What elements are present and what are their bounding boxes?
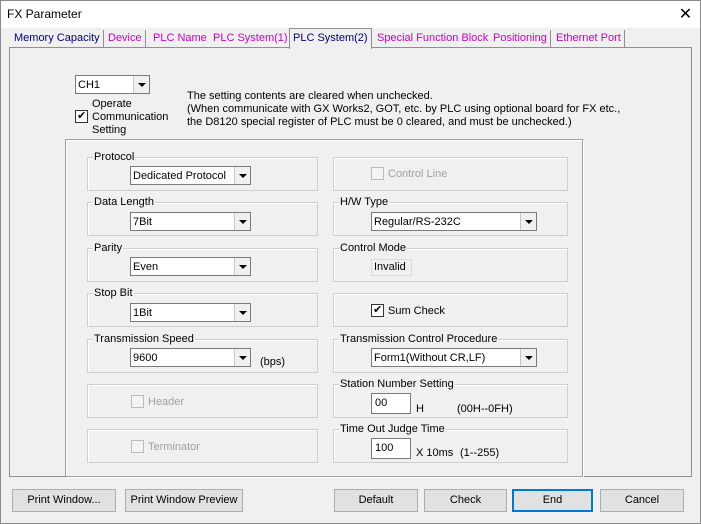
tab-device[interactable]: Device xyxy=(105,30,146,48)
station-number-group: Station Number Setting xyxy=(333,378,568,418)
check-icon: ✔ xyxy=(373,304,383,316)
print-window-button[interactable]: Print Window... xyxy=(12,489,116,512)
sum-check-group xyxy=(333,293,568,327)
protocol-select[interactable]: Dedicated Protocol xyxy=(130,166,251,185)
hw-type-label: H/W Type xyxy=(339,196,390,208)
transmission-control-value: Form1(Without CR,LF) xyxy=(374,352,486,364)
operate-label-line3: Setting xyxy=(92,124,127,136)
sum-check-label: Sum Check xyxy=(388,305,445,317)
station-number-unit: H xyxy=(416,403,424,415)
tab-plc-system-2[interactable]: PLC System(2) xyxy=(289,28,372,49)
hw-type-value: Regular/RS-232C xyxy=(374,216,461,228)
operate-label-line1: Operate xyxy=(92,98,132,110)
timeout-unit: X 10ms xyxy=(416,447,454,459)
transmission-speed-unit: (bps) xyxy=(260,356,286,368)
data-length-select[interactable]: 7Bit xyxy=(130,212,251,231)
tab-plc-name[interactable]: PLC Name xyxy=(150,30,211,48)
end-button[interactable]: End xyxy=(512,489,593,512)
timeout-input[interactable]: 100 xyxy=(371,438,411,459)
chevron-down-icon[interactable] xyxy=(234,258,250,275)
check-button[interactable]: Check xyxy=(424,489,507,512)
tab-memory-capacity[interactable]: Memory Capacity xyxy=(11,30,104,48)
notice-line1: The setting contents are cleared when un… xyxy=(187,90,433,102)
terminator-group xyxy=(87,429,318,463)
transmission-speed-label: Transmission Speed xyxy=(93,333,195,345)
timeout-label: Time Out Judge Time xyxy=(339,423,446,435)
terminator-checkbox[interactable] xyxy=(131,440,144,453)
fx-parameter-window: FX Parameter ✕ Memory Capacity Device PL… xyxy=(0,0,701,524)
station-number-range: (00H--0FH) xyxy=(457,403,513,415)
station-number-value: 00 xyxy=(375,397,388,409)
tab-ethernet-port[interactable]: Ethernet Port xyxy=(553,30,625,48)
chevron-down-icon[interactable] xyxy=(520,349,536,366)
control-mode-value: Invalid xyxy=(374,261,406,273)
timeout-range: (1--255) xyxy=(460,447,500,459)
station-number-input[interactable]: 00 xyxy=(371,393,411,414)
stop-bit-select[interactable]: 1Bit xyxy=(130,303,251,322)
operate-label-line2: Communication xyxy=(92,111,169,123)
check-icon: ✔ xyxy=(77,110,87,122)
transmission-control-label: Transmission Control Procedure xyxy=(339,333,499,345)
title-bar: FX Parameter ✕ xyxy=(1,1,700,28)
tab-plc-system-1[interactable]: PLC System(1) xyxy=(210,30,292,48)
hw-type-select[interactable]: Regular/RS-232C xyxy=(371,212,537,231)
channel-select[interactable]: CH1 xyxy=(75,75,150,94)
protocol-value: Dedicated Protocol xyxy=(133,170,226,182)
chevron-down-icon[interactable] xyxy=(133,76,149,93)
protocol-label: Protocol xyxy=(93,151,136,163)
control-mode-group: Control Mode xyxy=(333,242,568,282)
channel-value: CH1 xyxy=(78,79,101,91)
sum-check-checkbox[interactable]: ✔ xyxy=(371,304,384,317)
header-checkbox[interactable] xyxy=(131,395,144,408)
control-line-label: Control Line xyxy=(388,168,448,180)
data-length-label: Data Length xyxy=(93,196,155,208)
parity-select[interactable]: Even xyxy=(130,257,251,276)
chevron-down-icon[interactable] xyxy=(234,167,250,184)
notice-line2: (When communicate with GX Works2, GOT, e… xyxy=(187,103,621,115)
station-number-label: Station Number Setting xyxy=(339,378,455,390)
data-length-value: 7Bit xyxy=(133,216,152,228)
chevron-down-icon[interactable] xyxy=(234,304,250,321)
header-group xyxy=(87,384,318,418)
default-button[interactable]: Default xyxy=(334,489,418,512)
stop-bit-label: Stop Bit xyxy=(93,287,134,299)
control-line-group xyxy=(333,157,568,191)
tab-special-function-block[interactable]: Special Function Block xyxy=(374,30,493,48)
transmission-speed-value: 9600 xyxy=(133,352,158,364)
close-icon[interactable]: ✕ xyxy=(671,1,700,28)
terminator-label: Terminator xyxy=(148,441,200,453)
chevron-down-icon[interactable] xyxy=(234,349,250,366)
notice-line3: the D8120 special register of PLC must b… xyxy=(187,116,572,128)
tab-positioning[interactable]: Positioning xyxy=(490,30,551,48)
chevron-down-icon[interactable] xyxy=(520,213,536,230)
control-line-checkbox[interactable] xyxy=(371,167,384,180)
print-window-preview-button[interactable]: Print Window Preview xyxy=(125,489,243,512)
header-label: Header xyxy=(148,396,185,408)
stop-bit-value: 1Bit xyxy=(133,307,152,319)
cancel-button[interactable]: Cancel xyxy=(600,489,684,512)
window-title: FX Parameter xyxy=(7,7,82,21)
transmission-control-select[interactable]: Form1(Without CR,LF) xyxy=(371,348,537,367)
parity-value: Even xyxy=(133,261,159,273)
control-mode-label: Control Mode xyxy=(339,242,408,254)
control-mode-field: Invalid xyxy=(371,259,412,276)
chevron-down-icon[interactable] xyxy=(234,213,250,230)
transmission-speed-select[interactable]: 9600 xyxy=(130,348,251,367)
timeout-value: 100 xyxy=(375,442,394,454)
operate-communication-checkbox[interactable]: ✔ xyxy=(75,110,88,123)
parity-label: Parity xyxy=(93,242,124,254)
